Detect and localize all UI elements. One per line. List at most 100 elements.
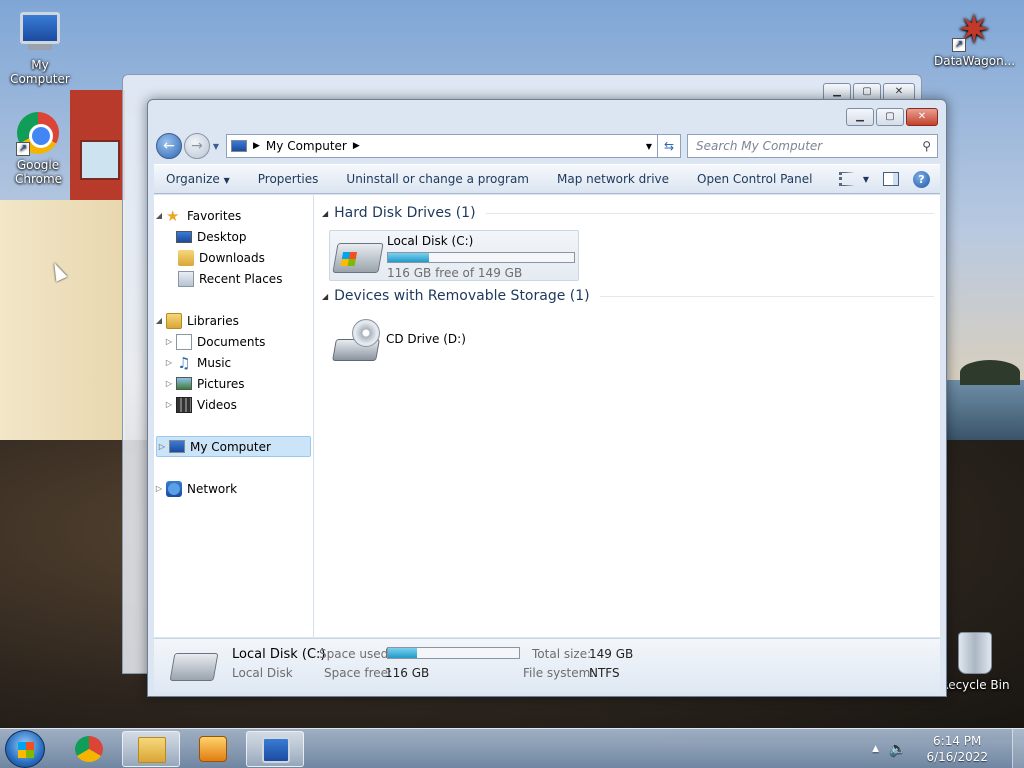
refresh-button[interactable]: ⇆ [657, 134, 681, 158]
file-system-value: NTFS [589, 666, 620, 680]
help-icon[interactable]: ? [913, 170, 930, 188]
minimize-button[interactable]: ▁ [846, 108, 874, 126]
desktop-icon-google-chrome[interactable]: ↗ Google Chrome [0, 112, 78, 186]
navigation-pane[interactable]: ◢ ★ Favorites Desktop Downloads Recent Pla… [154, 195, 314, 637]
details-pane: Local Disk (C:) Local Disk Space used: S… [154, 638, 940, 692]
expand-arrow-icon: ▷ [165, 337, 173, 346]
details-drive-type: Local Disk [232, 666, 293, 680]
documents-icon [176, 333, 192, 350]
breadcrumb-arrow-icon[interactable]: ▶ [353, 141, 360, 151]
recent-pages-dropdown[interactable]: ▼ [210, 142, 222, 151]
maximize-button[interactable]: ▢ [876, 108, 904, 126]
system-tray: ▲ 🔈 6:14 PM 6/16/2022 [872, 729, 1024, 768]
volume-icon[interactable]: 🔈 [889, 741, 906, 757]
nav-item-favorites[interactable]: ◢ ★ Favorites [154, 205, 313, 226]
search-input[interactable]: Search My Computer ⚲ [687, 134, 938, 158]
view-options-icon [838, 172, 855, 186]
expand-arrow-icon: ▷ [155, 484, 163, 493]
expand-arrow-icon: ▷ [165, 358, 173, 367]
command-bar: Organize ▼ Properties Uninstall or chang… [154, 164, 940, 194]
music-icon: ♫ [177, 353, 191, 372]
space-free-value: 116 GB [385, 666, 430, 680]
expand-arrow-icon: ▷ [165, 379, 173, 388]
preview-pane-icon[interactable] [883, 172, 899, 186]
drive-usage-bar [387, 252, 575, 263]
chevron-down-icon: ▼ [223, 176, 230, 185]
desktop-icon-datawagon[interactable]: ✷ ↗ DataWagon... [934, 8, 1016, 68]
nav-item-recent-places[interactable]: Recent Places [154, 268, 313, 289]
drive-item-local-disk-c[interactable]: Local Disk (C:) 116 GB free of 149 GB [329, 230, 579, 281]
address-bar[interactable]: ▶ My Computer ▶ ▼ [226, 134, 658, 158]
expand-arrow-icon: ▷ [158, 442, 166, 451]
collapse-arrow-icon: ◢ [322, 208, 329, 218]
breadcrumb-my-computer[interactable]: My Computer [266, 139, 347, 153]
file-system-label: File system: [523, 666, 595, 680]
nav-item-pictures[interactable]: ▷ Pictures [154, 373, 313, 394]
organize-button[interactable]: Organize ▼ [154, 172, 244, 186]
nav-item-desktop[interactable]: Desktop [154, 226, 313, 247]
open-control-panel-button[interactable]: Open Control Panel [683, 172, 826, 186]
breadcrumb-arrow-icon[interactable]: ▶ [253, 141, 260, 151]
back-button[interactable]: ← [156, 133, 182, 159]
desktop-icon-recycle-bin[interactable]: Recycle Bin [935, 632, 1015, 692]
videos-icon [176, 396, 192, 413]
drive-name: Local Disk (C:) [387, 234, 474, 248]
map-network-drive-button[interactable]: Map network drive [543, 172, 683, 186]
change-view-button[interactable]: ▼ [838, 172, 869, 186]
show-desktop-button[interactable] [1012, 729, 1024, 768]
windows-logo-icon [18, 742, 34, 758]
group-header-removable-storage[interactable]: ◢ Devices with Removable Storage (1) [322, 288, 934, 304]
collapse-arrow-icon: ◢ [322, 291, 329, 301]
nav-item-music[interactable]: ▷ ♫ Music [154, 352, 313, 373]
taskbar: ▲ 🔈 6:14 PM 6/16/2022 [0, 728, 1024, 768]
shortcut-arrow-icon: ↗ [952, 38, 966, 52]
drive-name: CD Drive (D:) [386, 332, 466, 346]
nav-item-downloads[interactable]: Downloads [154, 247, 313, 268]
media-player-icon [199, 736, 227, 762]
show-hidden-icons-icon[interactable]: ▲ [872, 744, 879, 754]
nav-item-documents[interactable]: ▷ Documents [154, 331, 313, 352]
chevron-down-icon: ▼ [862, 174, 869, 184]
hard-drive-icon [332, 243, 384, 273]
title-bar[interactable]: ▁ ▢ ✕ [148, 100, 946, 130]
uninstall-program-button[interactable]: Uninstall or change a program [332, 172, 543, 186]
forward-button[interactable]: → [184, 133, 210, 159]
network-icon [166, 480, 182, 497]
start-button[interactable] [5, 730, 45, 768]
drive-item-cd-drive-d[interactable]: CD Drive (D:) [329, 317, 579, 367]
search-icon[interactable]: ⚲ [922, 139, 931, 153]
chrome-icon [75, 736, 103, 762]
desktop-icon-label: My Computer [10, 58, 70, 86]
wallpaper-sea [940, 380, 1024, 440]
taskbar-chrome-button[interactable] [60, 731, 118, 767]
nav-item-my-computer[interactable]: ▷ My Computer [156, 436, 311, 457]
space-used-label: Space used: [319, 647, 393, 661]
nav-item-videos[interactable]: ▷ Videos [154, 394, 313, 415]
nav-item-libraries[interactable]: ◢ Libraries [154, 310, 313, 331]
taskbar-media-player-button[interactable] [184, 731, 242, 767]
cd-drive-icon [332, 319, 382, 363]
address-dropdown-icon[interactable]: ▼ [641, 142, 657, 151]
desktop-icon-label: DataWagon... [934, 54, 1016, 68]
collapse-arrow-icon: ◢ [155, 211, 163, 220]
clock[interactable]: 6:14 PM 6/16/2022 [926, 733, 988, 765]
close-button[interactable]: ✕ [906, 108, 938, 126]
recycle-bin-icon [953, 632, 997, 676]
taskbar-control-panel-button[interactable] [246, 731, 304, 767]
clock-date: 6/16/2022 [926, 750, 988, 764]
properties-button[interactable]: Properties [244, 172, 333, 186]
folder-icon [138, 737, 166, 763]
desktop-icon-my-computer[interactable]: My Computer [0, 8, 80, 86]
details-usage-bar [387, 647, 520, 659]
taskbar-explorer-button[interactable] [122, 731, 180, 767]
clock-time: 6:14 PM [933, 734, 982, 748]
group-header-hard-disk-drives[interactable]: ◢ Hard Disk Drives (1) [322, 205, 934, 221]
wallpaper-island [960, 360, 1020, 385]
file-list[interactable]: ◢ Hard Disk Drives (1) Local Disk (C:) 1… [314, 195, 940, 637]
nav-item-network[interactable]: ▷ Network [154, 478, 313, 499]
explorer-window[interactable]: ▁ ▢ ✕ ← → ▼ ▶ My Computer ▶ ▼ ⇆ Search M… [147, 99, 947, 697]
pictures-icon [176, 377, 192, 390]
hard-drive-icon [169, 653, 219, 681]
datawagon-star-icon: ✷ ↗ [952, 8, 996, 52]
content-area: ◢ ★ Favorites Desktop Downloads Recent Pla… [154, 195, 940, 637]
